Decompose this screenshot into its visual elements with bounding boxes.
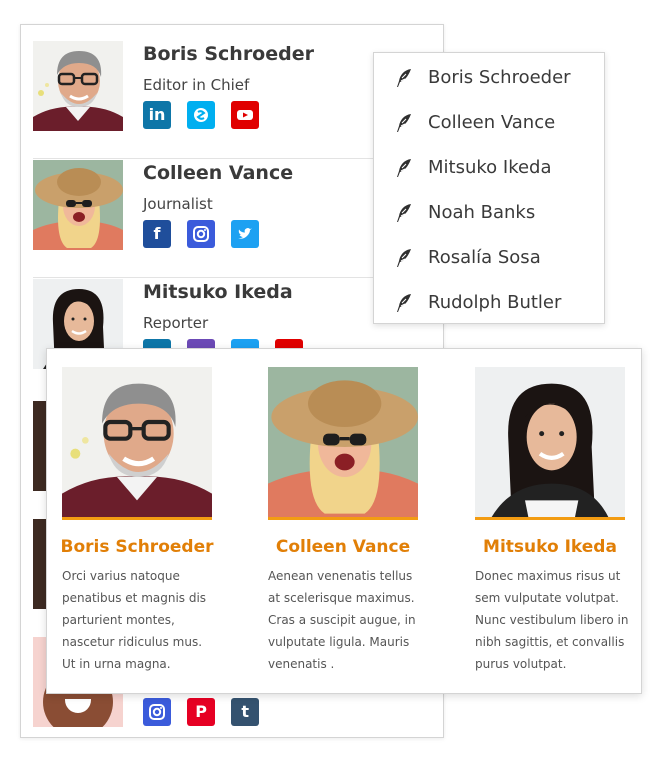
- dropdown-item[interactable]: Colleen Vance: [374, 100, 604, 145]
- dropdown-item[interactable]: Mitsuko Ikeda: [374, 145, 604, 190]
- social-links: in: [143, 101, 270, 131]
- card-photo[interactable]: [62, 367, 212, 517]
- linkedin-icon[interactable]: in: [143, 101, 171, 129]
- author-name[interactable]: Colleen Vance: [143, 162, 293, 184]
- card-photo[interactable]: [268, 367, 418, 517]
- author-photo[interactable]: [33, 41, 123, 131]
- instagram-icon[interactable]: [187, 220, 216, 248]
- card-photo[interactable]: [475, 367, 625, 517]
- quill-feather-icon: [395, 113, 413, 133]
- card-name[interactable]: Boris Schroeder: [52, 537, 222, 557]
- pinterest-icon[interactable]: P: [187, 698, 216, 726]
- dropdown-item[interactable]: Rosalía Sosa: [374, 235, 604, 280]
- quill-feather-icon: [395, 68, 413, 88]
- author-role: Reporter: [143, 314, 209, 332]
- author-photo[interactable]: [33, 160, 123, 250]
- dropdown-item[interactable]: Boris Schroeder: [374, 55, 604, 100]
- quill-feather-icon: [395, 248, 413, 268]
- dropdown-item[interactable]: Noah Banks: [374, 190, 604, 235]
- dropdown-item-label: Mitsuko Ikeda: [428, 157, 552, 178]
- author-role: Editor in Chief: [143, 76, 250, 94]
- quill-feather-icon: [395, 158, 413, 178]
- author-dropdown: Boris Schroeder Colleen Vance Mitsuko Ik…: [373, 52, 605, 324]
- dropdown-item-label: Noah Banks: [428, 202, 536, 223]
- author-name[interactable]: Mitsuko Ikeda: [143, 281, 293, 303]
- row-divider: [33, 158, 429, 159]
- dropdown-item-label: Rudolph Butler: [428, 292, 562, 313]
- quill-feather-icon: [395, 203, 413, 223]
- dropdown-item-label: Rosalía Sosa: [428, 247, 541, 268]
- instagram-icon[interactable]: [143, 698, 171, 726]
- tumblr-icon[interactable]: t: [231, 698, 260, 726]
- twitter-icon[interactable]: [231, 220, 260, 248]
- card-name[interactable]: Colleen Vance: [258, 537, 428, 557]
- row-divider: [33, 277, 429, 278]
- card-bio: Donec maximus risus ut sem vulputate vol…: [475, 569, 629, 671]
- card-accent-bar: [268, 517, 418, 520]
- author-name[interactable]: Boris Schroeder: [143, 43, 314, 65]
- dropdown-item-label: Boris Schroeder: [428, 67, 571, 88]
- author-row: Colleen Vance Journalist f: [33, 160, 429, 278]
- card-bio: Orci varius natoque penatibus et magnis …: [62, 569, 207, 671]
- card-name[interactable]: Mitsuko Ikeda: [465, 537, 635, 557]
- quill-feather-icon: [395, 293, 413, 313]
- dropdown-item-label: Colleen Vance: [428, 112, 556, 133]
- dropdown-item[interactable]: Rudolph Butler: [374, 280, 604, 325]
- facebook-icon[interactable]: f: [143, 220, 171, 248]
- skype-icon[interactable]: [187, 101, 216, 129]
- youtube-icon[interactable]: [231, 101, 260, 129]
- social-links: f: [143, 220, 270, 250]
- card-bio: Aenean venenatis tellus at scelerisque m…: [268, 569, 416, 671]
- card-accent-bar: [62, 517, 212, 520]
- author-cards-panel: Boris Schroeder Orci varius natoque pena…: [46, 348, 642, 694]
- card-accent-bar: [475, 517, 625, 520]
- author-role: Journalist: [143, 195, 213, 213]
- social-links: P t: [143, 698, 270, 728]
- author-row: Boris Schroeder Editor in Chief in: [33, 41, 429, 159]
